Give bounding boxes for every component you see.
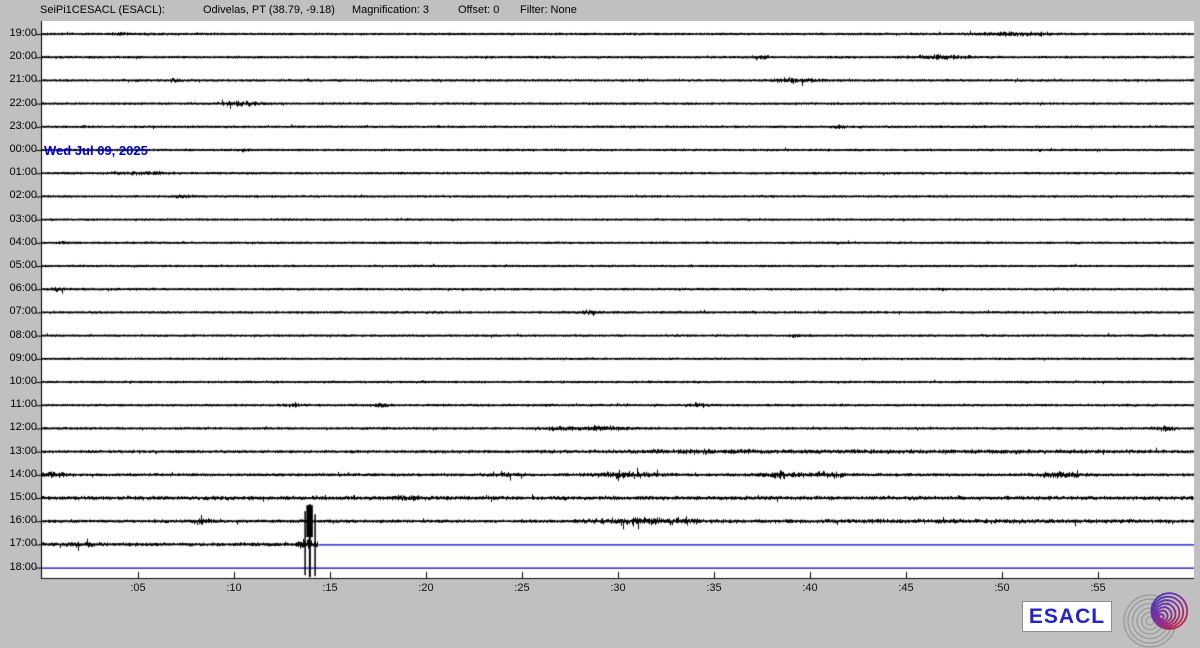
seismic-waves-logo-icon: [1122, 588, 1194, 648]
hour-label: 07:00: [0, 305, 37, 318]
minute-tick-label: :50: [987, 582, 1017, 595]
hour-label: 19:00: [0, 27, 37, 40]
hour-label: 05:00: [0, 259, 37, 272]
hour-label: 09:00: [0, 352, 37, 365]
minute-tick-label: :35: [699, 582, 729, 595]
hour-label: 15:00: [0, 491, 37, 504]
hour-label: 08:00: [0, 329, 37, 342]
page: { "header": { "station_id": "SeiPi1CESAC…: [0, 0, 1200, 648]
minute-tick-label: :10: [219, 582, 249, 595]
minute-tick-label: :15: [315, 582, 345, 595]
minute-tick-label: :25: [507, 582, 537, 595]
hour-label: 18:00: [0, 561, 37, 574]
minute-tick-label: :30: [603, 582, 633, 595]
hour-label: 17:00: [0, 537, 37, 550]
hour-label: 22:00: [0, 97, 37, 110]
hour-label: 01:00: [0, 166, 37, 179]
esacl-logo-text: ESACL: [1029, 605, 1105, 629]
date-annotation: Wed Jul 09, 2025: [44, 143, 148, 158]
hour-label: 13:00: [0, 445, 37, 458]
minute-tick-label: :55: [1083, 582, 1113, 595]
hour-label: 06:00: [0, 282, 37, 295]
hour-label: 11:00: [0, 398, 37, 411]
hour-label: 23:00: [0, 120, 37, 133]
minute-tick-label: :20: [411, 582, 441, 595]
esacl-logo-badge: ESACL: [1022, 601, 1112, 632]
hour-label: 02:00: [0, 189, 37, 202]
minute-tick-label: :45: [891, 582, 921, 595]
hour-label: 10:00: [0, 375, 37, 388]
hour-label: 21:00: [0, 73, 37, 86]
minute-tick-label: :05: [123, 582, 153, 595]
hour-label: 16:00: [0, 514, 37, 527]
hour-label: 04:00: [0, 236, 37, 249]
hour-label: 03:00: [0, 213, 37, 226]
hour-label: 00:00: [0, 143, 37, 156]
hour-label: 14:00: [0, 468, 37, 481]
hour-label: 20:00: [0, 50, 37, 63]
hour-label: 12:00: [0, 421, 37, 434]
helicorder-canvas: [0, 0, 1200, 648]
minute-tick-label: :40: [795, 582, 825, 595]
